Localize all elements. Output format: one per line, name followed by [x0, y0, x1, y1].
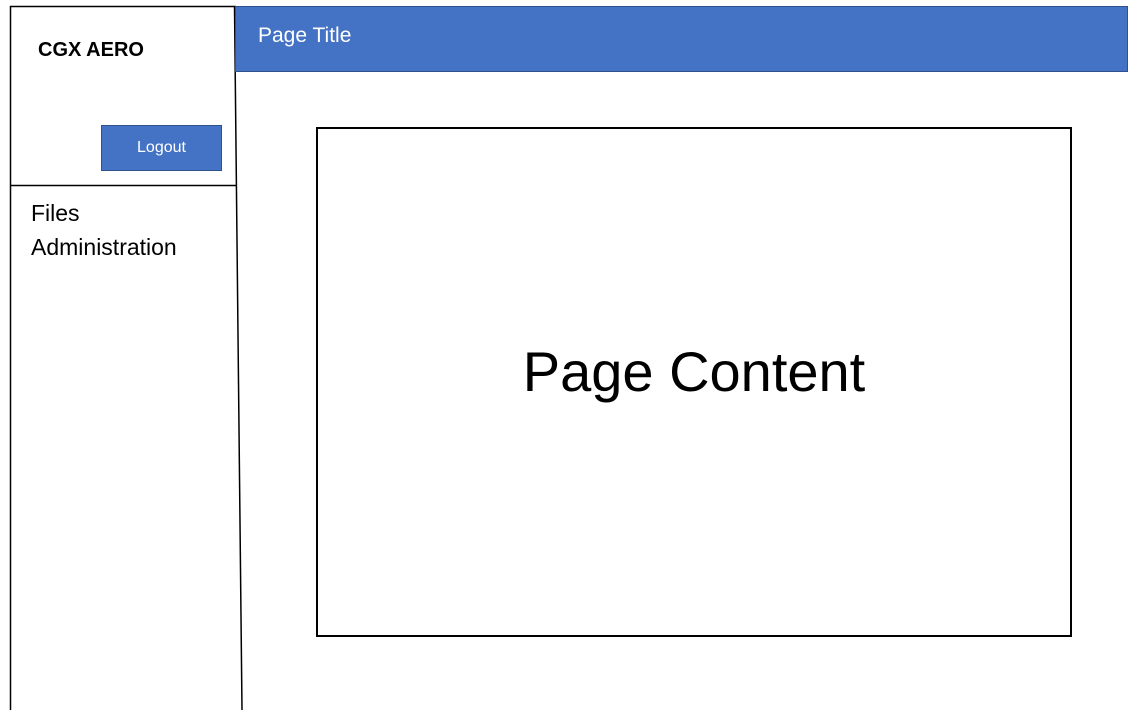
logout-button[interactable]: Logout	[101, 125, 222, 171]
brand-name: CGX AERO	[38, 39, 144, 61]
sidebar-right-border	[233, 5, 243, 710]
page-content-area: Page Content	[316, 127, 1072, 637]
title-bar: Page Title	[235, 6, 1128, 72]
page-content-label: Page Content	[522, 339, 866, 403]
sidebar-nav: Files Administration	[31, 196, 177, 264]
app-window: CGX AERO Logout Files Administration Pag…	[0, 0, 1128, 710]
sidebar-item-files[interactable]: Files	[31, 196, 177, 230]
sidebar-item-administration[interactable]: Administration	[31, 230, 177, 264]
page-title: Page Title	[258, 24, 352, 47]
